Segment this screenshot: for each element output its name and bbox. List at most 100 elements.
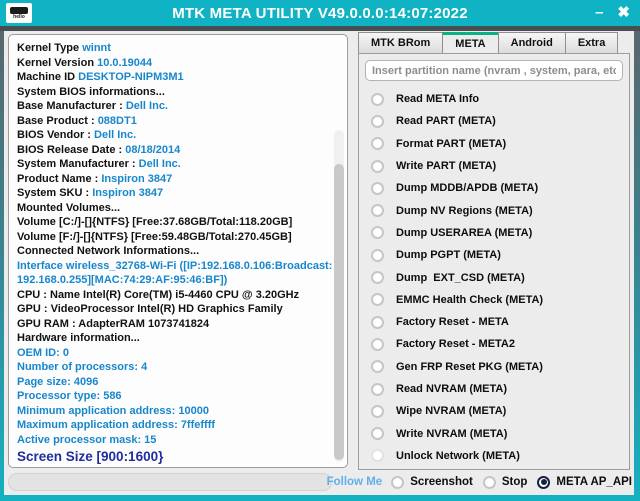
info-line-label: Mounted Volumes... — [17, 201, 121, 214]
scrollbar-track[interactable] — [334, 130, 344, 462]
radio-icon[interactable] — [371, 382, 384, 396]
radio-icon[interactable] — [371, 92, 384, 106]
option-row[interactable]: Wipe NVRAM (META) — [359, 400, 629, 422]
info-line: Screen Size [900:1600} — [17, 447, 329, 467]
option-row[interactable]: Factory Reset - META2 — [359, 333, 629, 355]
system-info-panel: Kernel Type winnt Kernel Version 10.0.190… — [8, 34, 348, 468]
info-line: GPU RAM : AdapterRAM 1073741824 — [17, 317, 329, 332]
radio-icon[interactable] — [371, 226, 384, 240]
footer-radio-stop[interactable]: Stop — [482, 475, 527, 489]
option-row[interactable]: EMMC Health Check (META) — [359, 289, 629, 311]
option-row[interactable]: Read NVRAM (META) — [359, 378, 629, 400]
tab-extra[interactable]: Extra — [564, 32, 619, 54]
option-label: Dump PGPT (META) — [396, 249, 501, 262]
option-label: Unlock Network (META) — [396, 449, 520, 462]
radio-icon[interactable] — [371, 427, 384, 441]
option-row[interactable]: Gen FRP Reset PKG (META) — [359, 356, 629, 378]
option-row[interactable]: Write PART (META) — [359, 155, 629, 177]
scrollbar-thumb[interactable] — [334, 164, 344, 460]
info-line-label: Kernel Version — [17, 56, 98, 69]
option-row[interactable]: Read META Info — [359, 88, 629, 110]
info-line: Base Manufacturer : Dell Inc. — [17, 99, 329, 114]
info-line: Maximum application address: 7ffeffff — [17, 418, 329, 433]
info-line-value: 08/18/2014 — [125, 143, 181, 156]
partition-name-input[interactable] — [365, 60, 623, 81]
info-line-value: Dell Inc. — [94, 129, 137, 141]
meta-options-list: Read META Info Read PART (META) Format PAR… — [359, 88, 629, 467]
option-row[interactable]: Factory Reset - META — [359, 311, 629, 333]
info-line-value: winnt — [82, 42, 111, 54]
info-line: Kernel Version 10.0.19044 — [17, 56, 329, 71]
info-line-label: System Manufacturer : — [17, 158, 139, 170]
tab-mtk-brom[interactable]: MTK BRom — [358, 32, 443, 54]
radio-icon[interactable] — [371, 137, 384, 151]
info-line-label: Page size: 4096 — [17, 375, 99, 388]
info-line-value: 088DT1 — [97, 114, 137, 127]
radio-icon[interactable] — [537, 475, 551, 489]
option-label: Write NVRAM (META) — [396, 427, 508, 440]
info-line-label: Connected Network Informations... — [17, 245, 200, 257]
radio-icon[interactable] — [371, 337, 384, 351]
option-row[interactable]: Read PART (META) — [359, 110, 629, 132]
radio-icon[interactable] — [371, 204, 384, 218]
info-line: GPU : VideoProcessor Intel(R) HD Graphic… — [17, 302, 329, 317]
info-line-label: Volume [F:/]-[]{NTFS} [Free:59.48GB/Tota… — [17, 230, 292, 243]
option-label: EMMC Health Check (META) — [396, 293, 544, 306]
footer-radio-screenshot[interactable]: Screenshot — [391, 475, 473, 489]
info-line-label: System BIOS informations... — [17, 85, 165, 98]
follow-me-label: Follow Me — [326, 476, 383, 488]
option-label: Dump USERAREA (META) — [396, 226, 533, 239]
option-row[interactable]: Dump NV Regions (META) — [359, 199, 629, 221]
option-row[interactable]: Dump PGPT (META) — [359, 244, 629, 266]
info-line-label: CPU : Name Intel(R) Core(TM) i5-4460 CPU… — [17, 288, 300, 301]
option-row[interactable]: Format PART (META) — [359, 133, 629, 155]
info-line-label: Product Name : — [17, 172, 102, 185]
radio-icon — [371, 449, 384, 463]
info-line: Product Name : Inspiron 3847 — [17, 172, 329, 187]
radio-icon[interactable] — [371, 315, 384, 329]
option-row[interactable]: Unlock Network (META) — [359, 445, 629, 467]
info-line-value: Inspiron 3847 — [92, 187, 164, 199]
radio-icon[interactable] — [371, 404, 384, 418]
info-line: CPU : Name Intel(R) Core(TM) i5-4460 CPU… — [17, 288, 329, 303]
minimize-button[interactable]: – — [595, 0, 603, 26]
info-line: Connected Network Informations... — [17, 244, 329, 259]
info-line: Mounted Volumes... — [17, 201, 329, 216]
radio-icon[interactable] — [371, 293, 384, 307]
footer-controls: Follow Me Screenshot Stop META AP_API — [327, 473, 632, 491]
option-label: Gen FRP Reset PKG (META) — [396, 360, 543, 373]
info-line-label: Base Manufacturer : — [17, 100, 126, 112]
system-info-lines: Kernel Type winnt Kernel Version 10.0.190… — [17, 41, 332, 467]
info-line-value: 10.0.19044 — [97, 56, 153, 69]
tab-android[interactable]: Android — [497, 32, 565, 54]
radio-icon[interactable] — [371, 248, 384, 262]
option-row[interactable]: Write NVRAM (META) — [359, 422, 629, 444]
info-line-label: BIOS Release Date : — [17, 143, 126, 156]
footer-radio-meta-ap_api[interactable]: META AP_API — [537, 475, 632, 489]
tab-bar: MTK BRom META Android Extra — [358, 32, 619, 54]
radio-icon[interactable] — [371, 181, 384, 195]
info-line-label: Screen Size [900:1600} — [17, 449, 164, 464]
window-title: MTK META UTILITY V49.0.0.0:14:07:2022 — [172, 4, 468, 22]
radio-icon[interactable] — [371, 271, 384, 285]
tab-meta[interactable]: META — [442, 32, 498, 54]
option-label: Dump MDDB/APDB (META) — [396, 182, 539, 195]
radio-icon[interactable] — [391, 475, 405, 489]
info-line: Kernel Type winnt — [17, 41, 329, 56]
option-label: Factory Reset - META2 — [396, 338, 515, 351]
footer-radio-label: Screenshot — [410, 476, 473, 488]
option-row[interactable]: Dump MDDB/APDB (META) — [359, 177, 629, 199]
radio-icon[interactable] — [371, 114, 384, 128]
option-row[interactable]: Dump USERAREA (META) — [359, 222, 629, 244]
option-row[interactable]: Dump EXT_CSD (META) — [359, 266, 629, 288]
radio-icon[interactable] — [371, 360, 384, 374]
info-line-label: Kernel Type — [17, 42, 83, 54]
info-line-label: Active processor mask: 15 — [17, 433, 157, 446]
info-line: Base Product : 088DT1 — [17, 114, 329, 129]
info-line-value: Dell Inc. — [138, 158, 181, 170]
radio-icon[interactable] — [371, 159, 384, 173]
radio-icon[interactable] — [482, 475, 496, 489]
info-line: Machine ID DESKTOP-NIPM3M1 — [17, 70, 329, 85]
close-button[interactable]: ✖ — [617, 0, 630, 26]
option-label: Write PART (META) — [396, 160, 497, 173]
